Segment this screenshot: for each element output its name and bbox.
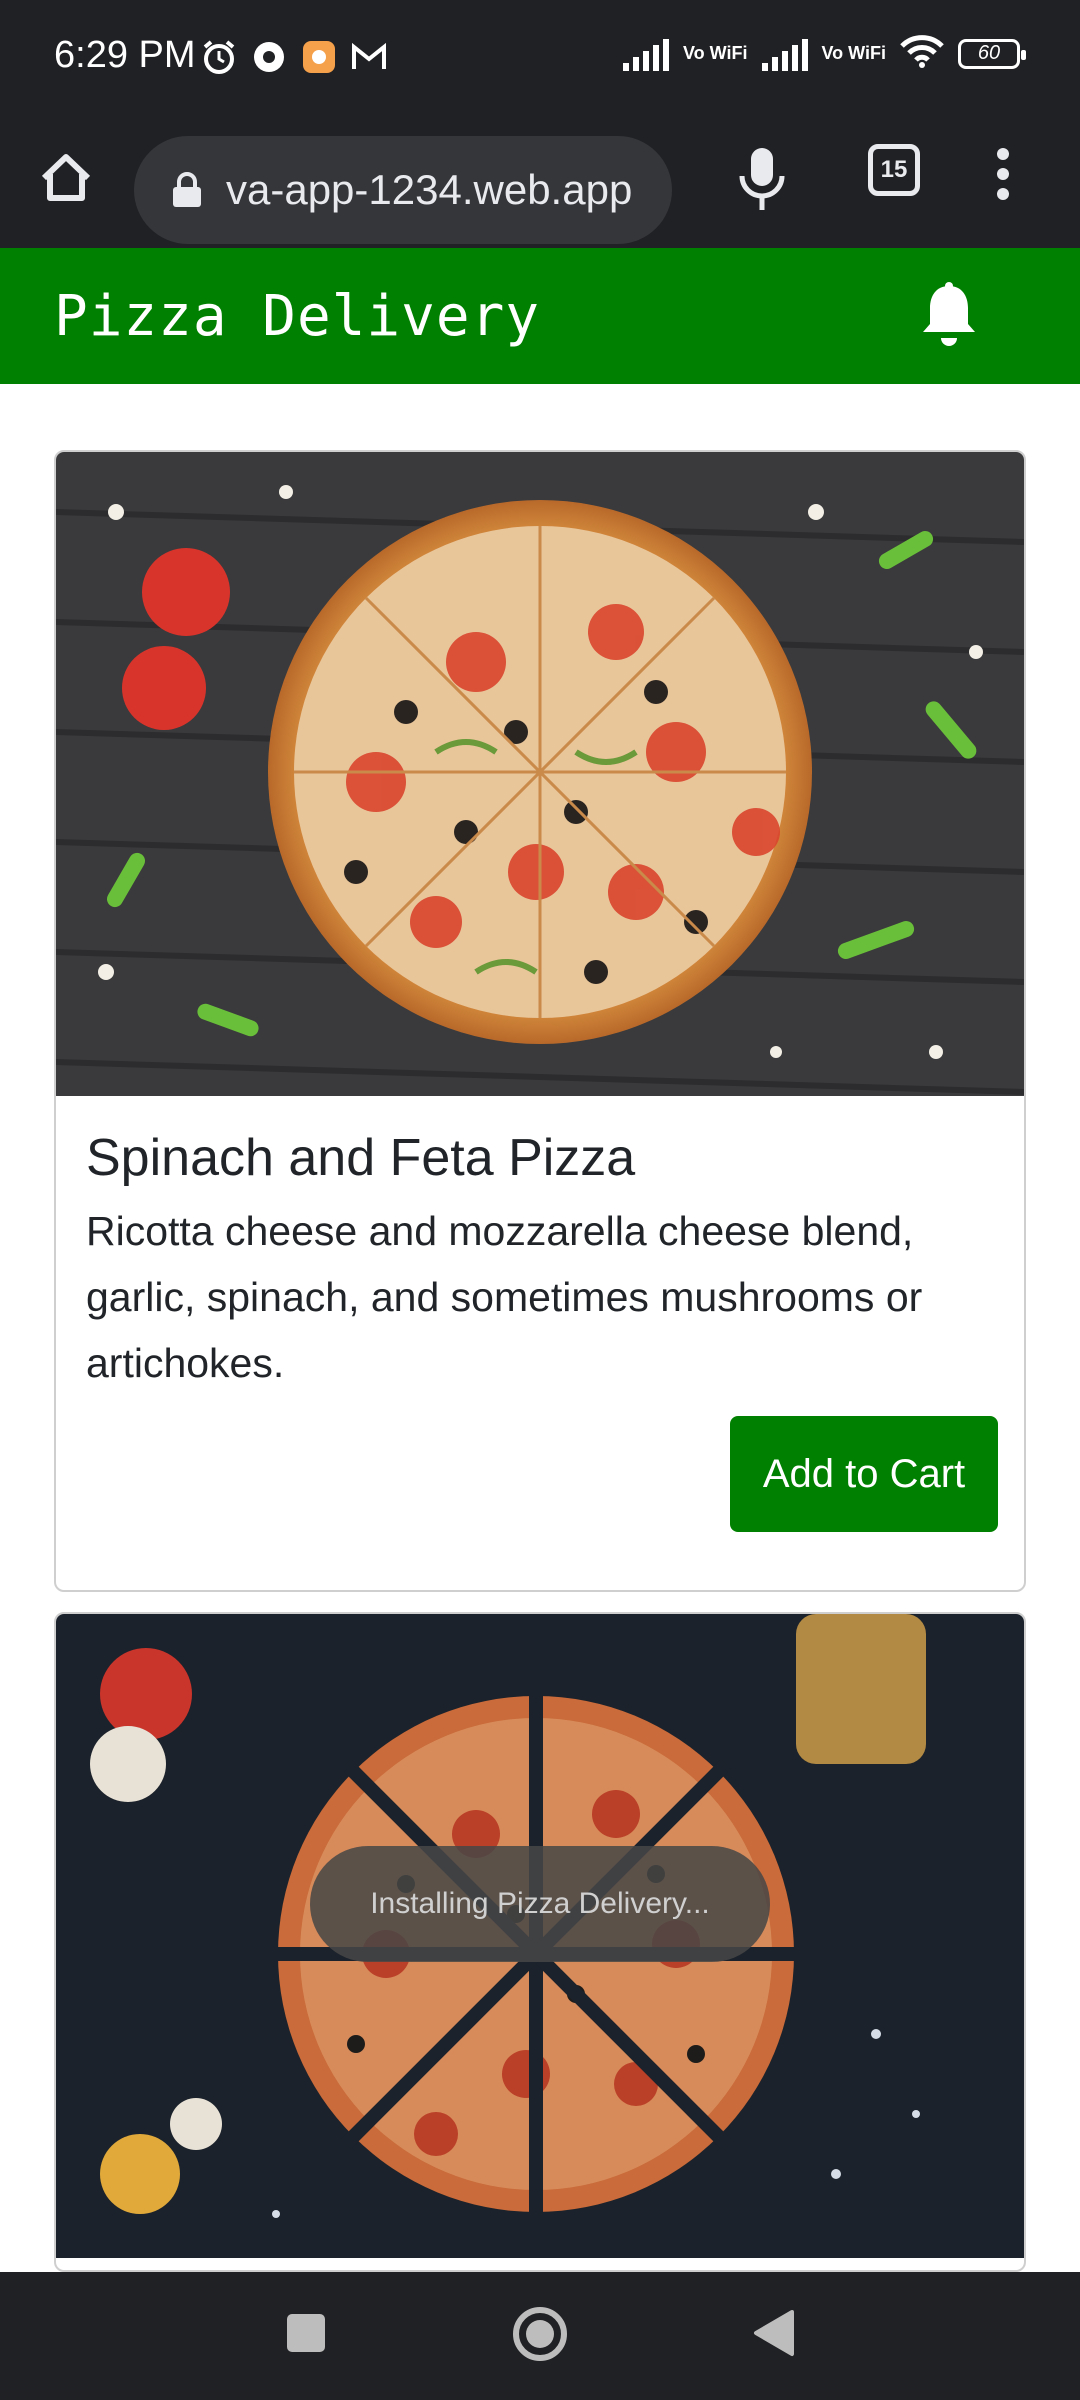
home-icon[interactable] [36, 148, 96, 208]
address-bar[interactable]: va-app-1234.web.app [134, 136, 672, 244]
lock-icon [170, 172, 204, 208]
tab-switcher-button[interactable]: 15 [868, 144, 920, 196]
battery-icon: 60 [958, 38, 1026, 69]
recents-button[interactable] [287, 2314, 325, 2352]
vowifi-label: Vo WiFi [683, 43, 748, 63]
gmail-icon [350, 38, 388, 76]
chrome-icon [250, 38, 288, 76]
alarm-icon [200, 38, 238, 76]
signal-icon [623, 37, 669, 71]
back-button[interactable] [752, 2308, 796, 2358]
app-title: Pizza Delivery [54, 284, 541, 349]
mic-icon[interactable] [734, 146, 790, 212]
notification-bell-icon[interactable] [918, 280, 980, 350]
status-bar: 6:29 PM Vo WiFi Vo WiFi 60 [0, 0, 1080, 120]
pizza-image [56, 452, 1024, 1096]
system-indicators: Vo WiFi Vo WiFi 60 [623, 34, 1026, 73]
app-header: Pizza Delivery [0, 248, 1080, 384]
signal-icon [761, 37, 808, 71]
url-text: va-app-1234.web.app [226, 166, 633, 213]
install-toast: Installing Pizza Delivery... [310, 1846, 770, 1962]
vowifi-label: Vo WiFi [821, 43, 887, 63]
product-title: Spinach and Feta Pizza [86, 1129, 636, 1187]
browser-toolbar: va-app-1234.web.app 15 [0, 120, 1080, 248]
mi-app-icon [300, 38, 338, 76]
system-nav-bar [0, 2272, 1080, 2400]
notification-icons [200, 38, 388, 76]
add-to-cart-button[interactable]: Add to Cart [730, 1416, 998, 1532]
more-menu-icon[interactable] [990, 142, 1016, 204]
product-description: Ricotta cheese and mozzarella cheese ble… [86, 1208, 923, 1386]
status-time: 6:29 PM [54, 34, 196, 76]
wifi-icon [900, 34, 944, 73]
home-button[interactable] [510, 2304, 570, 2364]
product-card: Spinach and Feta Pizza Ricotta cheese an… [54, 450, 1026, 1592]
